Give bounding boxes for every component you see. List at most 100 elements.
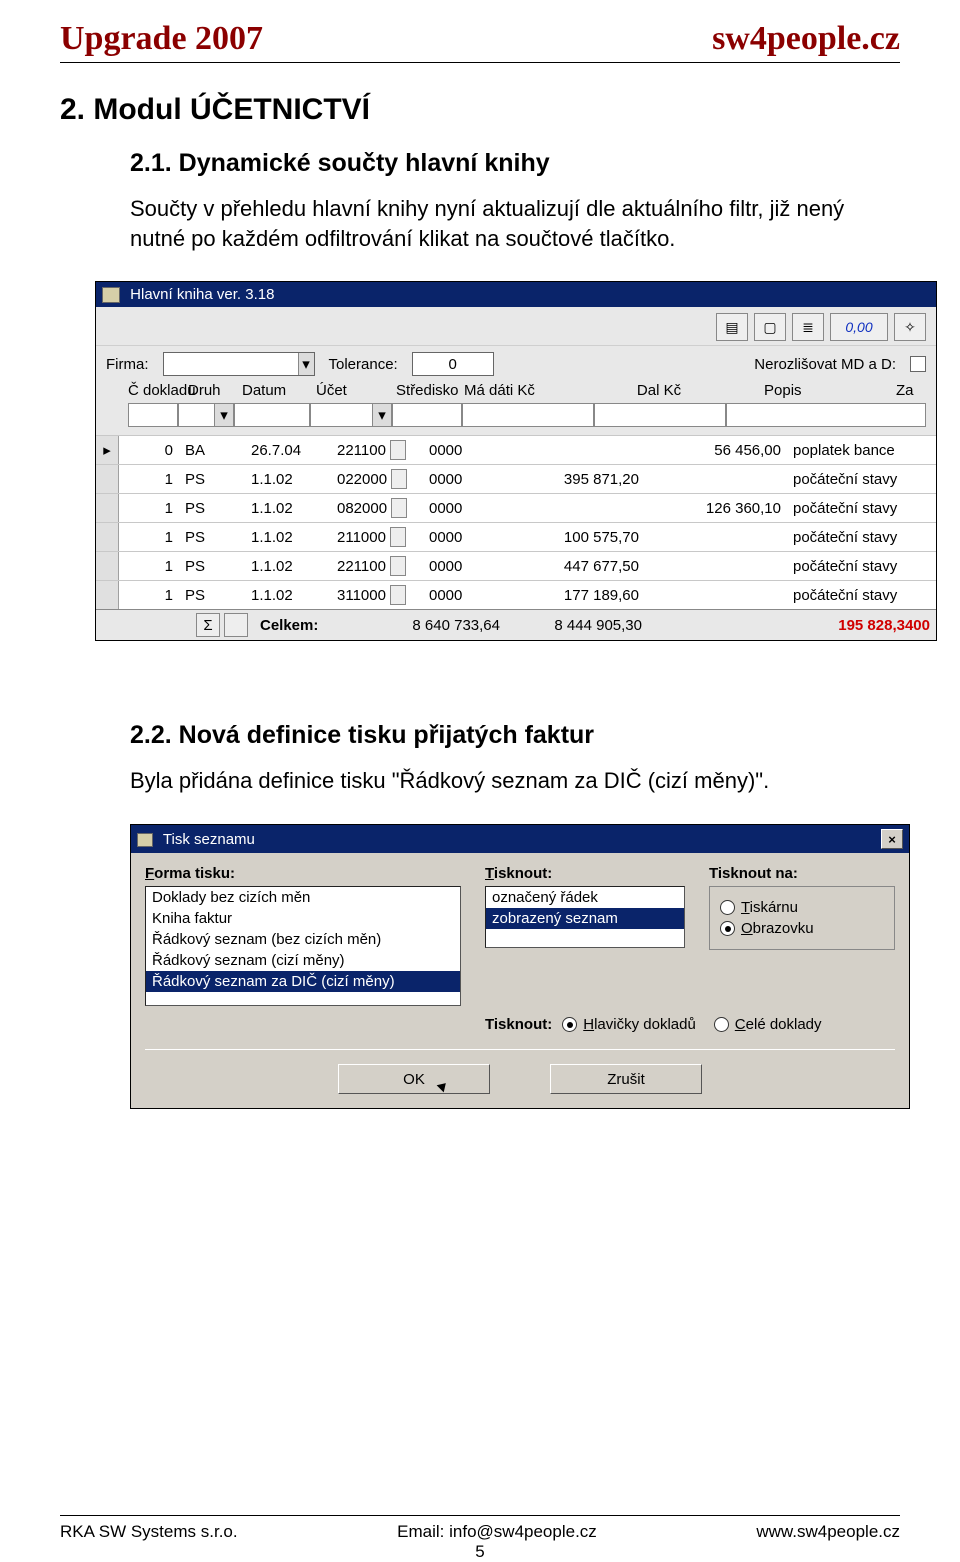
radio-icon [562,1017,577,1032]
col-md: Má dáti Kč [464,382,594,399]
cell-stredisko: 0000 [423,529,503,546]
table-row[interactable]: 1PS1.1.020220000000395 871,20počáteční s… [96,464,936,493]
radio-option[interactable]: Tiskárnu [720,899,884,916]
data-grid: ▸0BA26.7.04221100000056 456,00poplatek b… [96,435,936,609]
table-row[interactable]: 1PS1.1.020820000000126 360,10počáteční s… [96,493,936,522]
page-footer: RKA SW Systems s.r.o. Email: info@sw4peo… [60,1515,900,1542]
filter-ucet[interactable]: ▾ [310,403,392,427]
list-icon: ≣ [802,319,814,336]
tisknout-label: Tisknout: [485,865,685,882]
col-stredisko: Středisko [396,382,464,399]
page-number: 5 [475,1542,484,1562]
cell-md: 100 575,70 [503,529,645,546]
row-marker [96,494,119,522]
list-item[interactable]: zobrazený seznam [486,908,684,929]
section-2-2-title: 2.2. Nová definice tisku přijatých faktu… [130,721,900,750]
app-icon [102,287,120,303]
screenshot-tisk-seznamu: Tisk seznamu × Forma tisku: Doklady bez … [130,824,910,1109]
toolbar: ▤ ▢ ≣ 0,00 ✧ [96,307,936,346]
cell-dal: 126 360,10 [645,500,787,517]
dialog-title-bar: Tisk seznamu × [131,825,909,853]
cell-stredisko: 0000 [423,558,503,575]
cell-datum: 1.1.02 [245,558,331,575]
list-item[interactable]: Řádkový seznam za DIČ (cizí měny) [146,971,460,992]
row-marker [96,581,119,609]
dialog-title: Tisk seznamu [163,831,255,848]
close-button[interactable]: × [881,829,903,849]
filter-popis[interactable] [726,403,926,427]
cell-popis: počáteční stavy [787,471,936,488]
table-row[interactable]: ▸0BA26.7.04221100000056 456,00poplatek b… [96,435,936,464]
filter-druh[interactable]: ▾ [178,403,234,427]
list-item[interactable]: Kniha faktur [146,908,460,929]
tolerance-input[interactable] [413,354,493,374]
chevron-down-icon[interactable] [391,498,407,518]
cell-dal: 56 456,00 [645,442,787,459]
radio-option[interactable]: Hlavičky dokladů [562,1016,696,1033]
cell-md: 177 189,60 [503,587,645,604]
chevron-down-icon[interactable] [390,440,406,460]
page-icon: ▢ [763,319,776,336]
window-title: Hlavní kniha ver. 3.18 [130,286,274,303]
cell-druh: BA [179,442,245,459]
forma-tisku-listbox[interactable]: Doklady bez cizích měnKniha fakturŘádkov… [145,886,461,1006]
filter-md[interactable] [462,403,594,427]
sum-button-2[interactable] [224,613,248,637]
cell-datum: 1.1.02 [245,500,331,517]
tisknout-na-label: Tisknout na: [709,865,895,882]
list-item[interactable]: Řádkový seznam (cizí měny) [146,950,460,971]
chevron-down-icon[interactable] [390,585,406,605]
tisknout-listbox[interactable]: označený řádekzobrazený seznam [485,886,685,948]
list-item[interactable]: Doklady bez cizích měn [146,887,460,908]
table-row[interactable]: 1PS1.1.022110000000100 575,70počáteční s… [96,522,936,551]
list-item[interactable]: Řádkový seznam (bez cizích měn) [146,929,460,950]
footer-right: www.sw4people.cz [756,1522,900,1542]
total-md: 8 640 733,64 [340,617,506,634]
section-2-1-title: 2.1. Dynamické součty hlavní knihy [130,149,900,178]
toolbar-btn-1[interactable]: ▤ [716,313,748,341]
filter-datum[interactable] [234,403,310,427]
col-druh: Druh [176,382,242,399]
total-dal: 8 444 905,30 [506,617,648,634]
app-icon [137,833,153,847]
table-row[interactable]: 1PS1.1.023110000000177 189,60počáteční s… [96,580,936,609]
filter-bar: Firma: ▾ Tolerance: Nerozlišovat MD a D: [96,346,936,378]
cell-c: 1 [119,500,179,517]
toolbar-btn-2[interactable]: ▢ [754,313,786,341]
cell-c: 1 [119,529,179,546]
col-ucet: Účet [316,382,396,399]
chevron-down-icon[interactable] [390,527,406,547]
ok-button[interactable]: OK [338,1064,490,1094]
filter-row: ▾ ▾ [96,401,936,435]
cell-datum: 1.1.02 [245,471,331,488]
filter-c[interactable] [128,403,178,427]
toolbar-btn-4[interactable]: ✧ [894,313,926,341]
tolerance-field[interactable] [412,352,494,376]
radio-option[interactable]: Obrazovku [720,920,884,937]
list-item[interactable]: označený řádek [486,887,684,908]
cell-druh: PS [179,471,245,488]
chevron-down-icon: ▾ [372,404,391,426]
footer-left: RKA SW Systems s.r.o. [60,1522,238,1542]
sum-button[interactable]: Σ [196,613,220,637]
radio-option[interactable]: Celé doklady [714,1016,822,1033]
nerozlisovat-checkbox[interactable] [910,356,926,372]
chevron-down-icon[interactable] [391,469,407,489]
footer-mid: Email: info@sw4people.cz [397,1522,597,1542]
filter-dal[interactable] [594,403,726,427]
chevron-down-icon[interactable] [390,556,406,576]
cancel-button[interactable]: Zrušit [550,1064,702,1094]
firma-dropdown[interactable]: ▾ [163,352,315,376]
cell-druh: PS [179,500,245,517]
table-row[interactable]: 1PS1.1.022211000000447 677,50počáteční s… [96,551,936,580]
cell-druh: PS [179,587,245,604]
toolbar-btn-3[interactable]: ≣ [792,313,824,341]
filter-stredisko[interactable] [392,403,462,427]
cell-popis: počáteční stavy [787,558,936,575]
chevron-down-icon: ▾ [298,353,314,375]
tolerance-label: Tolerance: [329,356,398,373]
cell-ucet: 221100 [331,440,423,460]
misc-icon: ✧ [904,319,916,336]
firma-input[interactable] [164,354,298,374]
cell-ucet: 082000 [331,498,423,518]
